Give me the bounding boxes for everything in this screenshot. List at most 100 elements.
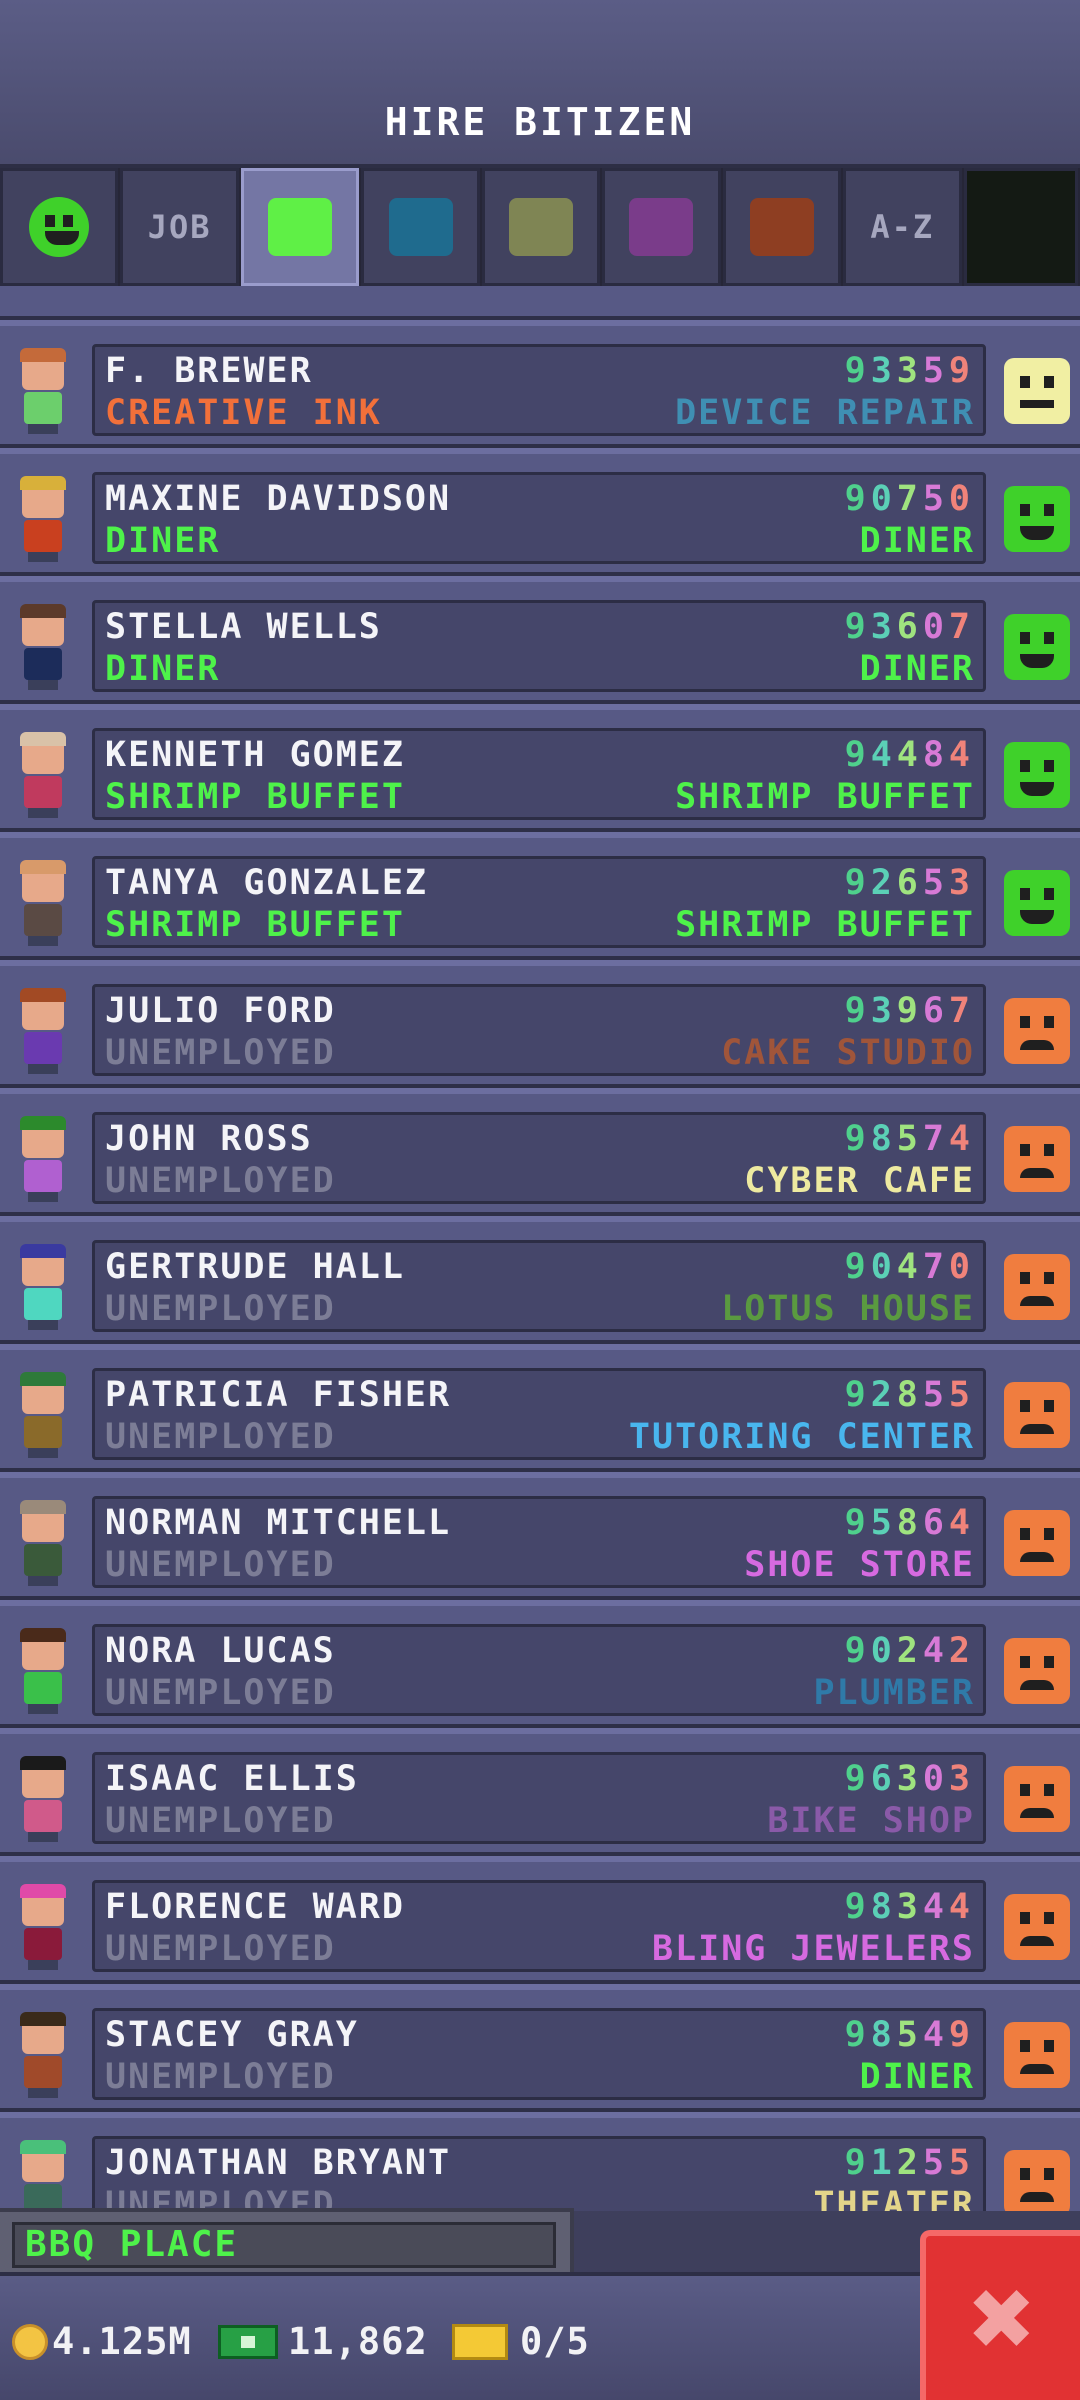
skill-number: 98549 xyxy=(844,2015,975,2055)
list-item[interactable]: STELLA WELLS DINER 93607 DINER xyxy=(0,576,1080,704)
list-item[interactable]: PATRICIA FISHER UNEMPLOYED 92855 TUTORING C… xyxy=(0,1344,1080,1472)
list-item[interactable]: F. BREWER CREATIVE INK 93359 DEVICE REPAIR xyxy=(0,320,1080,448)
sad-face-icon xyxy=(1004,1254,1070,1320)
bitizen-avatar xyxy=(12,1628,72,1714)
bitizen-name: JONATHAN BRYANT xyxy=(105,2143,452,2183)
skill-number: 93607 xyxy=(844,607,975,647)
dream-job: SHRIMP BUFFET xyxy=(675,905,975,945)
dream-job: BLING JEWELERS xyxy=(651,1929,975,1969)
list-item[interactable]: MAXINE DAVIDSON DINER 90750 DINER xyxy=(0,448,1080,576)
tab-category-2[interactable] xyxy=(240,168,360,286)
skill-number: 92653 xyxy=(844,863,975,903)
bitizen-name: GERTRUDE HALL xyxy=(105,1247,405,1287)
list-item[interactable]: JONATHAN BRYANT UNEMPLOYED 91255 THEATER xyxy=(0,2112,1080,2211)
dream-job: DINER xyxy=(859,649,975,689)
current-job: CREATIVE INK xyxy=(105,393,382,433)
dream-job: SHOE STORE xyxy=(744,1545,975,1585)
skill-number: 98344 xyxy=(844,1887,975,1927)
sad-face-icon xyxy=(1004,2150,1070,2211)
bitizen-avatar xyxy=(12,1500,72,1586)
current-job: UNEMPLOYED xyxy=(105,1033,336,1073)
bitizen-name: JOHN ROSS xyxy=(105,1119,313,1159)
sad-face-icon xyxy=(1004,1894,1070,1960)
list-item[interactable]: JOHN ROSS UNEMPLOYED 98574 CYBER CAFE xyxy=(0,1088,1080,1216)
coins-value: 4.125M xyxy=(52,2320,192,2363)
building-name: BBQ PLACE xyxy=(12,2222,556,2268)
list-item[interactable]: NORMAN MITCHELL UNEMPLOYED 95864 SHOE STORE xyxy=(0,1472,1080,1600)
dream-job: SHRIMP BUFFET xyxy=(675,777,975,817)
skill-number: 96303 xyxy=(844,1759,975,1799)
bitizen-list[interactable]: F. BREWER CREATIVE INK 93359 DEVICE REPAIR M… xyxy=(0,286,1080,2211)
list-item[interactable]: KENNETH GOMEZ SHRIMP BUFFET 94484 SHRIMP BU… xyxy=(0,704,1080,832)
tab-label: JOB xyxy=(147,208,212,246)
close-button[interactable]: ✖ xyxy=(920,2230,1080,2400)
list-item[interactable]: ISAAC ELLIS UNEMPLOYED 96303 BIKE SHOP xyxy=(0,1728,1080,1856)
bitizen-avatar xyxy=(12,1244,72,1330)
list-item[interactable]: TANYA GONZALEZ SHRIMP BUFFET 92653 SHRIMP B… xyxy=(0,832,1080,960)
bitizen-info-panel: STELLA WELLS DINER 93607 DINER xyxy=(92,600,986,692)
skill-number: 91255 xyxy=(844,2143,975,2183)
bitizen-name: STELLA WELLS xyxy=(105,607,382,647)
filter-tab-bar: JOB A-Z xyxy=(0,168,1080,286)
sad-face-icon xyxy=(1004,1382,1070,1448)
bitizen-avatar xyxy=(12,1372,72,1458)
skill-number: 95864 xyxy=(844,1503,975,1543)
dream-job: TUTORING CENTER xyxy=(628,1417,975,1457)
bux-value: 11,862 xyxy=(288,2320,428,2363)
bitizen-info-panel: JULIO FORD UNEMPLOYED 93967 CAKE STUDIO xyxy=(92,984,986,1076)
neutral-face-icon xyxy=(1004,358,1070,424)
header-bar: HIRE BITIZEN xyxy=(0,0,1080,168)
bitizen-info-panel: F. BREWER CREATIVE INK 93359 DEVICE REPAIR xyxy=(92,344,986,436)
bitizen-avatar xyxy=(12,476,72,562)
skill-number: 90750 xyxy=(844,479,975,519)
list-item[interactable]: GERTRUDE HALL UNEMPLOYED 90470 LOTUS HOUSE xyxy=(0,1216,1080,1344)
list-item[interactable]: STACEY GRAY UNEMPLOYED 98549 DINER xyxy=(0,1984,1080,2112)
current-job: UNEMPLOYED xyxy=(105,1673,336,1713)
skill-number: 92855 xyxy=(844,1375,975,1415)
dream-job: BIKE SHOP xyxy=(767,1801,975,1841)
bitizen-info-panel: TANYA GONZALEZ SHRIMP BUFFET 92653 SHRIMP B… xyxy=(92,856,986,948)
list-item[interactable]: FLORENCE WARD UNEMPLOYED 98344 BLING JEWELE… xyxy=(0,1856,1080,1984)
tab-category-6[interactable] xyxy=(722,168,842,286)
coins-stat: 4.125M xyxy=(12,2320,192,2363)
happy-face-icon xyxy=(29,197,90,257)
happy-face-icon xyxy=(1004,614,1070,680)
close-icon: ✖ xyxy=(969,2254,1037,2382)
tab-mood[interactable] xyxy=(0,168,119,286)
bitizen-avatar xyxy=(12,1884,72,1970)
tab-az[interactable]: A-Z xyxy=(843,168,962,286)
bitizen-info-panel: GERTRUDE HALL UNEMPLOYED 90470 LOTUS HOUSE xyxy=(92,1240,986,1332)
tab-overflow[interactable] xyxy=(963,168,1078,286)
happy-face-icon xyxy=(1004,486,1070,552)
bitizen-info-panel: PATRICIA FISHER UNEMPLOYED 92855 TUTORING C… xyxy=(92,1368,986,1460)
bitizen-name: FLORENCE WARD xyxy=(105,1887,405,1927)
current-job: UNEMPLOYED xyxy=(105,1545,336,1585)
list-item[interactable]: JULIO FORD UNEMPLOYED 93967 CAKE STUDIO xyxy=(0,960,1080,1088)
list-item-partial xyxy=(0,286,1080,320)
bitizen-name: NORMAN MITCHELL xyxy=(105,1503,452,1543)
sad-face-icon xyxy=(1004,1638,1070,1704)
bitizen-avatar xyxy=(12,1116,72,1202)
bitizen-info-panel: JONATHAN BRYANT UNEMPLOYED 91255 THEATER xyxy=(92,2136,986,2211)
category-swatch-icon xyxy=(388,198,453,256)
skill-number: 90470 xyxy=(844,1247,975,1287)
list-item[interactable]: NORA LUCAS UNEMPLOYED 90242 PLUMBER xyxy=(0,1600,1080,1728)
current-job: UNEMPLOYED xyxy=(105,2057,336,2097)
bitizen-info-panel: JOHN ROSS UNEMPLOYED 98574 CYBER CAFE xyxy=(92,1112,986,1204)
tab-category-5[interactable] xyxy=(602,168,721,286)
dream-job: LOTUS HOUSE xyxy=(721,1289,975,1329)
bitizen-info-panel: FLORENCE WARD UNEMPLOYED 98344 BLING JEWELE… xyxy=(92,1880,986,1972)
bitizen-avatar xyxy=(12,604,72,690)
bitizen-info-panel: KENNETH GOMEZ SHRIMP BUFFET 94484 SHRIMP BU… xyxy=(92,728,986,820)
category-swatch-icon xyxy=(629,198,694,256)
building-label: BBQ PLACE xyxy=(0,2208,574,2278)
footer-bar: 4.125M 11,862 0/5 xyxy=(0,2272,1080,2400)
tab-job[interactable]: JOB xyxy=(120,168,239,286)
current-job: UNEMPLOYED xyxy=(105,1289,336,1329)
tab-category-3[interactable] xyxy=(361,168,480,286)
current-job: DINER xyxy=(105,649,221,689)
tab-category-4[interactable] xyxy=(481,168,601,286)
bitizen-avatar xyxy=(12,348,72,434)
bitizen-avatar xyxy=(12,732,72,818)
bux-icon xyxy=(218,2324,278,2359)
